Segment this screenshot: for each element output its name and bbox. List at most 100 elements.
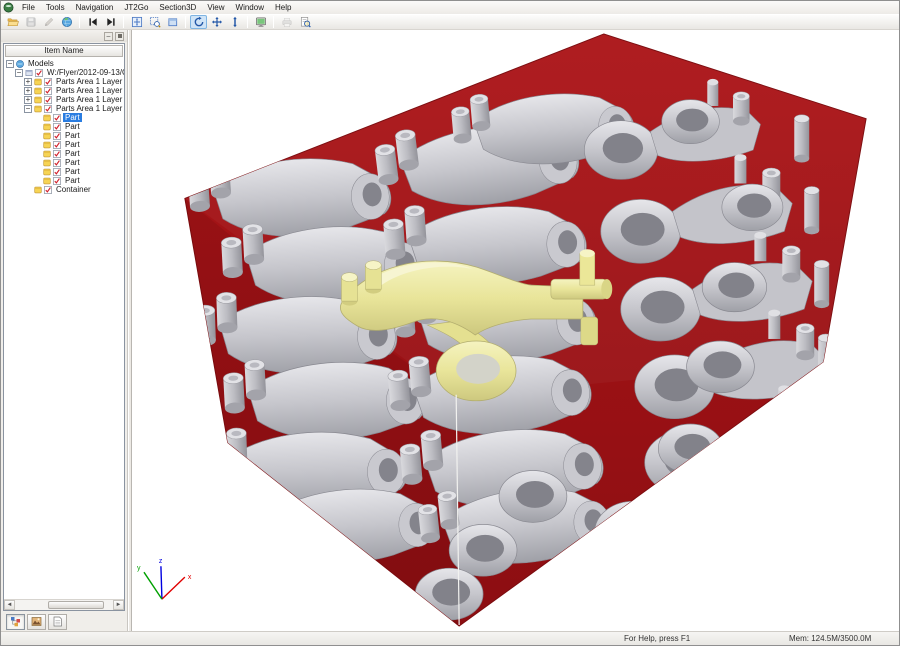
checkbox-icon[interactable] — [53, 132, 61, 140]
rotate-icon — [193, 16, 205, 28]
tree-row[interactable]: Part — [4, 113, 124, 122]
scroll-track[interactable] — [15, 600, 113, 610]
print-button[interactable] — [278, 15, 295, 29]
first-page-button[interactable] — [84, 15, 101, 29]
expander-icon[interactable]: − — [24, 105, 32, 113]
fit-view-button[interactable] — [128, 15, 145, 29]
pan-button[interactable] — [208, 15, 225, 29]
tree-row[interactable]: − Models — [4, 59, 124, 68]
scroll-left-arrow[interactable]: ◄ — [4, 600, 15, 610]
checkbox-icon[interactable] — [53, 168, 61, 176]
tree-item-label[interactable]: Parts Area 1 Layer 4 — [54, 104, 124, 113]
last-page-button[interactable] — [102, 15, 119, 29]
part-icon — [34, 96, 42, 104]
tree-item-label[interactable]: Parts Area 1 Layer 1 — [54, 77, 124, 86]
menu-help[interactable]: Help — [270, 1, 296, 14]
dash-icon: – — [107, 33, 111, 40]
floppy-save-icon — [25, 16, 37, 28]
viewport-3d[interactable]: z x y — [132, 30, 899, 631]
menu-file[interactable]: File — [17, 1, 40, 14]
checkbox-icon[interactable] — [53, 159, 61, 167]
expander-icon[interactable]: − — [6, 60, 14, 68]
checkbox-icon[interactable] — [53, 123, 61, 131]
tree-item-label[interactable]: Models — [26, 59, 56, 68]
tree-row[interactable]: + Parts Area 1 Layer 1 — [4, 77, 124, 86]
tree-row[interactable]: Part — [4, 167, 124, 176]
display-button[interactable] — [252, 15, 269, 29]
checkbox-icon[interactable] — [44, 96, 52, 104]
checkbox-icon[interactable] — [53, 177, 61, 185]
tree-item-label[interactable]: Part — [63, 167, 82, 176]
tree-item-label[interactable]: Part — [63, 176, 82, 185]
checkbox-icon[interactable] — [44, 78, 52, 86]
tab-preview[interactable] — [27, 614, 46, 630]
web-home-button[interactable] — [58, 15, 75, 29]
tree-item-label[interactable]: Part — [63, 158, 82, 167]
tree-item-label[interactable]: Parts Area 1 Layer 2 — [54, 86, 124, 95]
open-button[interactable] — [4, 15, 21, 29]
menu-navigation[interactable]: Navigation — [71, 1, 119, 14]
checkbox-icon[interactable] — [53, 150, 61, 158]
expander-icon[interactable]: + — [24, 87, 32, 95]
tree-row[interactable]: + Parts Area 1 Layer 2 — [4, 86, 124, 95]
tree-row[interactable]: Part — [4, 149, 124, 158]
document-tab-icon — [52, 616, 63, 627]
toolbar-separator — [273, 16, 274, 28]
tree-row[interactable]: Part — [4, 140, 124, 149]
3d-scene[interactable]: z x y — [132, 30, 899, 631]
tree-item-label[interactable]: Part — [63, 140, 82, 149]
tree-item-label[interactable]: Part — [63, 131, 82, 140]
tree-row[interactable]: − W:/Flyer/2012-09-13/Get... — [4, 68, 124, 77]
zoom-button[interactable] — [226, 15, 243, 29]
scroll-right-arrow[interactable]: ► — [113, 600, 124, 610]
tab-document[interactable] — [48, 614, 67, 630]
checkbox-icon[interactable] — [44, 87, 52, 95]
checkbox-icon[interactable] — [53, 141, 61, 149]
tree-row[interactable]: Part — [4, 131, 124, 140]
tree-item-label[interactable]: Part — [63, 113, 82, 122]
globe-icon — [16, 60, 24, 68]
tree-item-label[interactable]: Parts Area 1 Layer 3 — [54, 95, 124, 104]
menu-window[interactable]: Window — [231, 1, 269, 14]
menu-view[interactable]: View — [202, 1, 229, 14]
tree-row[interactable]: − Parts Area 1 Layer 4 — [4, 104, 124, 113]
tree-row[interactable]: Part — [4, 122, 124, 131]
assembly-icon — [25, 69, 33, 77]
print-preview-button[interactable] — [296, 15, 313, 29]
menu-section3d[interactable]: Section3D — [154, 1, 201, 14]
menu-jt2go[interactable]: JT2Go — [119, 1, 153, 14]
panel-dock-button[interactable]: – — [104, 32, 113, 41]
checkbox-icon[interactable] — [44, 105, 52, 113]
checkbox-icon[interactable] — [53, 114, 61, 122]
tree-column-header[interactable]: Item Name — [5, 45, 123, 57]
expander-icon[interactable]: + — [24, 96, 32, 104]
tree-horizontal-scrollbar[interactable]: ◄ ► — [4, 599, 124, 610]
expander-icon[interactable]: + — [24, 78, 32, 86]
tab-structure[interactable] — [6, 614, 25, 630]
rotate-button[interactable] — [190, 15, 207, 29]
tree-item-label[interactable]: Container — [54, 185, 93, 194]
toolbar — [1, 14, 899, 30]
tree-row[interactable]: Part — [4, 176, 124, 185]
tree-item-label[interactable]: Part — [63, 149, 82, 158]
checkbox-icon[interactable] — [44, 186, 52, 194]
tree-item-label[interactable]: Part — [63, 122, 82, 131]
tree-row[interactable]: Container — [4, 185, 124, 194]
panel-close-button[interactable] — [115, 32, 124, 41]
expander-icon[interactable]: − — [15, 69, 23, 77]
status-help-text: For Help, press F1 — [624, 634, 789, 643]
save-button[interactable] — [22, 15, 39, 29]
folder-open-icon — [7, 16, 19, 28]
markup-button[interactable] — [40, 15, 57, 29]
scroll-thumb[interactable] — [48, 601, 104, 609]
zoom-area-button[interactable] — [146, 15, 163, 29]
first-page-icon — [87, 16, 99, 28]
checkbox-icon[interactable] — [35, 69, 43, 77]
tree-row[interactable]: Part — [4, 158, 124, 167]
view-cube-button[interactable] — [164, 15, 181, 29]
model-tree-panel: – Item Name − Models − — [1, 30, 128, 631]
tree-item-label[interactable]: W:/Flyer/2012-09-13/Get... — [45, 68, 124, 77]
tree-row[interactable]: + Parts Area 1 Layer 3 — [4, 95, 124, 104]
monitor-icon — [255, 16, 267, 28]
menu-tools[interactable]: Tools — [41, 1, 70, 14]
